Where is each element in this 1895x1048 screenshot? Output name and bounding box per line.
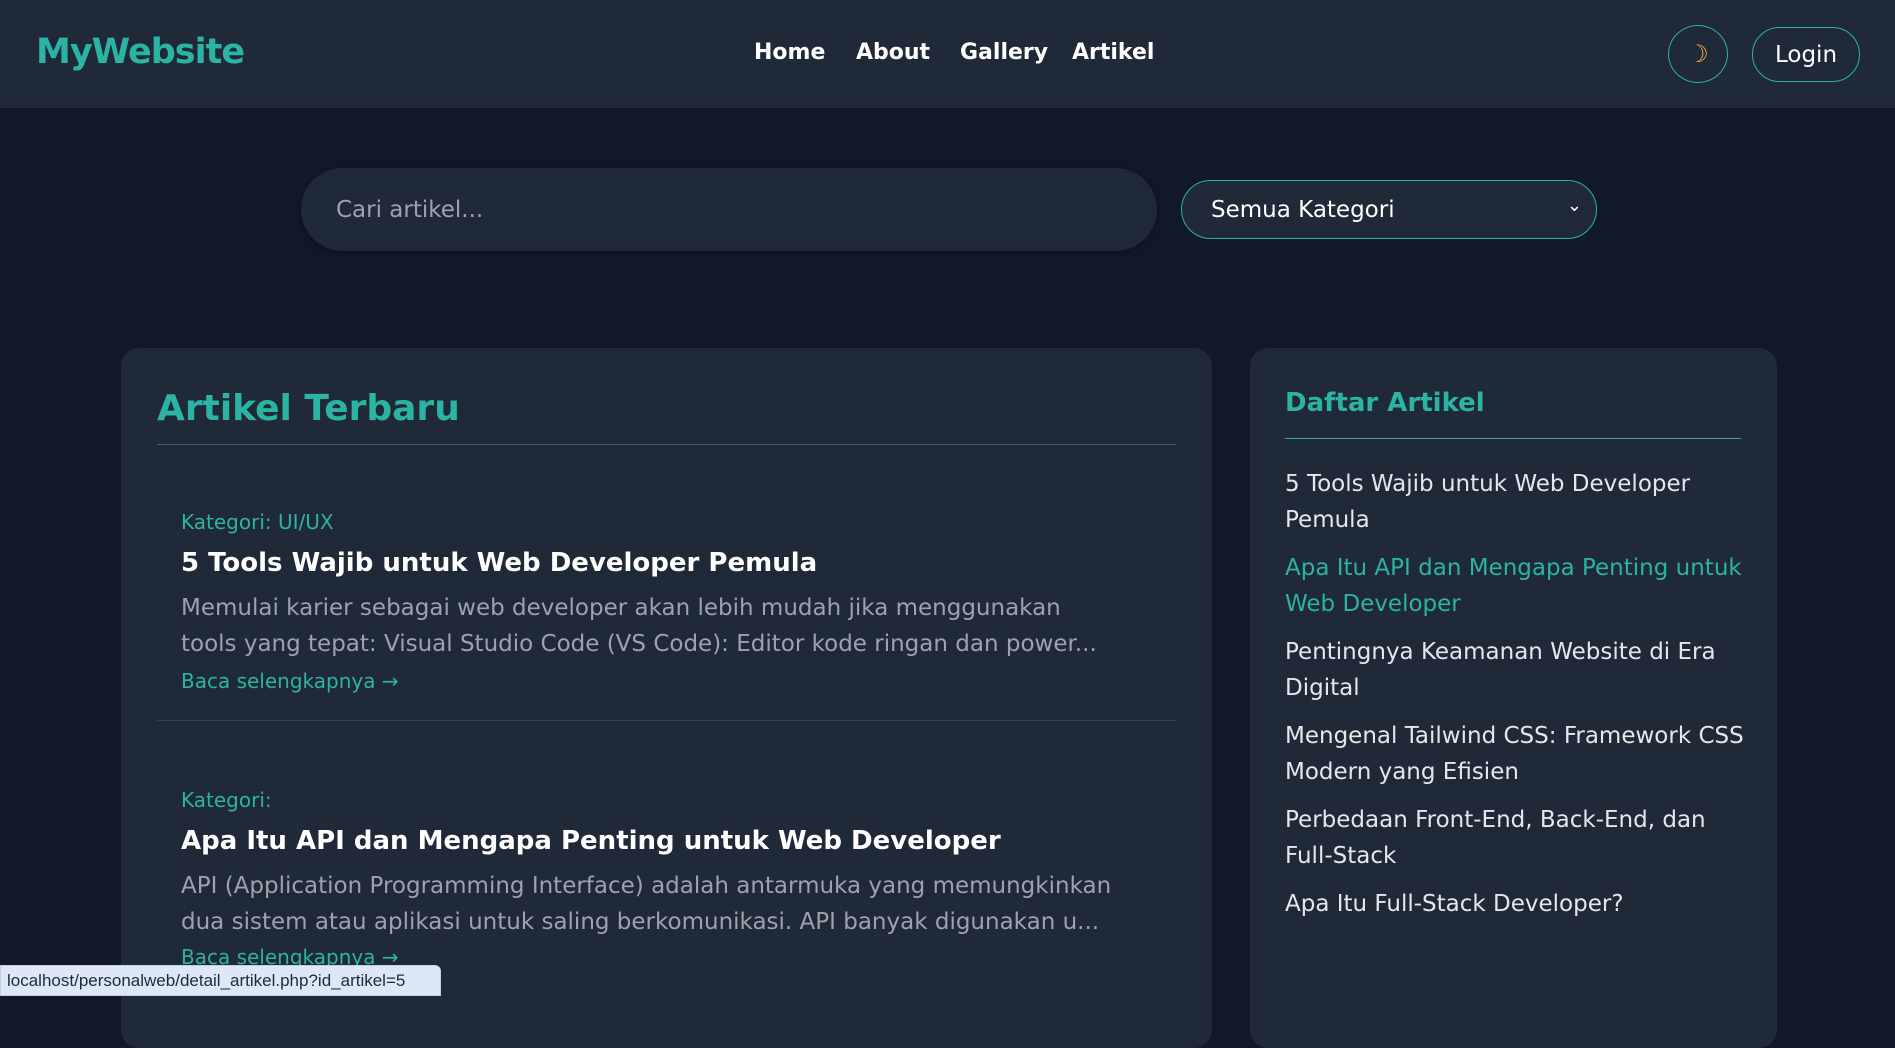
read-more-link[interactable]: Baca selengkapnya → — [181, 669, 399, 693]
site-logo[interactable]: MyWebsite — [36, 32, 245, 72]
chevron-down-icon: ⌄ — [1566, 195, 1582, 216]
article-title[interactable]: 5 Tools Wajib untuk Web Developer Pemula — [181, 548, 817, 578]
moon-icon: ☽ — [1687, 40, 1709, 68]
nav-artikel[interactable]: Artikel — [1072, 40, 1154, 65]
sidebar-article-link[interactable]: Perbedaan Front-End, Back-End, dan Full-… — [1285, 802, 1745, 874]
login-button[interactable]: Login — [1752, 27, 1860, 82]
article-title[interactable]: Apa Itu API dan Mengapa Penting untuk We… — [181, 826, 1001, 856]
navbar: MyWebsite Home About Gallery Artikel ☽ L… — [0, 0, 1895, 108]
sidebar-article-link[interactable]: Apa Itu Full-Stack Developer? — [1285, 886, 1745, 922]
article-category: Kategori: — [181, 788, 272, 812]
nav-home[interactable]: Home — [754, 40, 825, 65]
sidebar-title: Daftar Artikel — [1285, 388, 1485, 418]
article-excerpt: API (Application Programming Interface) … — [181, 873, 1112, 935]
divider — [1285, 438, 1741, 439]
sidebar-article-link[interactable]: Pentingnya Keamanan Website di Era Digit… — [1285, 634, 1745, 706]
sidebar-list: 5 Tools Wajib untuk Web Developer Pemula… — [1285, 466, 1745, 934]
article-list-sidebar: Daftar Artikel 5 Tools Wajib untuk Web D… — [1250, 348, 1777, 1048]
search-input[interactable] — [301, 168, 1157, 251]
divider — [157, 444, 1176, 445]
theme-toggle-button[interactable]: ☽ — [1668, 25, 1728, 83]
article-item: Kategori: UI/UX 5 Tools Wajib untuk Web … — [157, 468, 1177, 720]
sidebar-article-link[interactable]: Apa Itu API dan Mengapa Penting untuk We… — [1285, 550, 1745, 622]
nav-about[interactable]: About — [856, 40, 930, 65]
nav-gallery[interactable]: Gallery — [960, 40, 1048, 65]
latest-articles-panel: Artikel Terbaru Kategori: UI/UX 5 Tools … — [121, 348, 1212, 1048]
sidebar-article-link[interactable]: 5 Tools Wajib untuk Web Developer Pemula — [1285, 466, 1745, 538]
article-category: Kategori: UI/UX — [181, 510, 334, 534]
section-title: Artikel Terbaru — [157, 388, 460, 429]
link-status-bar: localhost/personalweb/detail_artikel.php… — [0, 965, 441, 996]
sidebar-article-link[interactable]: Mengenal Tailwind CSS: Framework CSS Mod… — [1285, 718, 1745, 790]
category-select[interactable]: Semua Kategori ⌄ — [1181, 180, 1597, 239]
divider — [157, 720, 1176, 721]
category-select-value: Semua Kategori — [1211, 196, 1395, 223]
article-excerpt: Memulai karier sebagai web developer aka… — [181, 595, 1097, 657]
